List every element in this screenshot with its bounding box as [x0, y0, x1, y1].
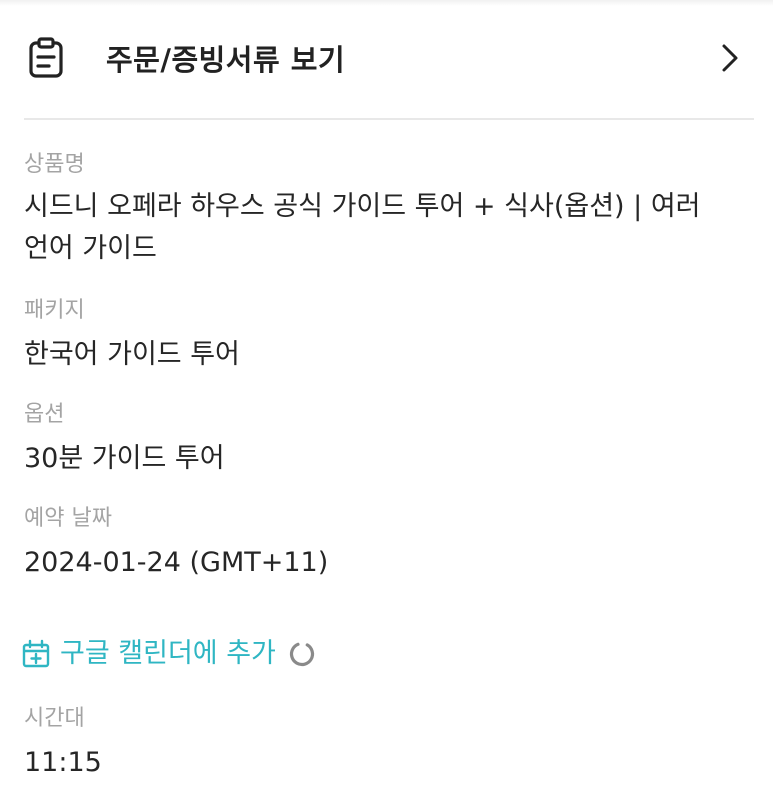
- product-name-label: 상품명: [24, 152, 85, 177]
- chevron-right-icon[interactable]: [718, 40, 742, 76]
- add-to-google-calendar-label: 구글 캘린더에 추가: [60, 638, 276, 669]
- add-to-google-calendar-button[interactable]: 구글 캘린더에 추가: [20, 634, 316, 674]
- loading-spinner-icon: [289, 641, 314, 667]
- product-name-line-1: 시드니 오페라 하우스 공식 가이드 투어 + 식사(옵션) | 여러: [24, 191, 701, 222]
- package-field: 패키지 한국어 가이드 투어: [24, 296, 744, 376]
- option-label: 옵션: [24, 402, 65, 427]
- package-value: 한국어 가이드 투어: [24, 339, 240, 370]
- order-documents-title: 주문/증빙서류 보기: [106, 43, 346, 77]
- option-field: 옵션 30분 가이드 투어: [24, 400, 744, 480]
- booking-date-label: 예약 날짜: [24, 506, 112, 531]
- booking-date-field: 예약 날짜 2024-01-24 (GMT+11): [24, 504, 744, 584]
- option-value: 30분 가이드 투어: [24, 443, 225, 474]
- time-slot-value: 11:15: [24, 747, 102, 778]
- product-name-value: 시드니 오페라 하우스 공식 가이드 투어 + 식사(옵션) | 여러 언어 가…: [24, 186, 744, 270]
- order-documents-row[interactable]: 주문/증빙서류 보기: [24, 26, 754, 90]
- package-label: 패키지: [24, 298, 85, 323]
- booking-date-value: 2024-01-24 (GMT+11): [24, 547, 329, 578]
- top-edge: [0, 0, 773, 6]
- product-name-field: 상품명 시드니 오페라 하우스 공식 가이드 투어 + 식사(옵션) | 여러 …: [24, 150, 744, 270]
- time-slot-label: 시간대: [24, 706, 85, 731]
- product-name-line-2: 언어 가이드: [24, 233, 157, 264]
- calendar-add-icon: [20, 638, 52, 670]
- time-slot-field: 시간대 11:15: [24, 704, 744, 784]
- section-divider: [24, 118, 754, 120]
- clipboard-icon: [24, 36, 68, 80]
